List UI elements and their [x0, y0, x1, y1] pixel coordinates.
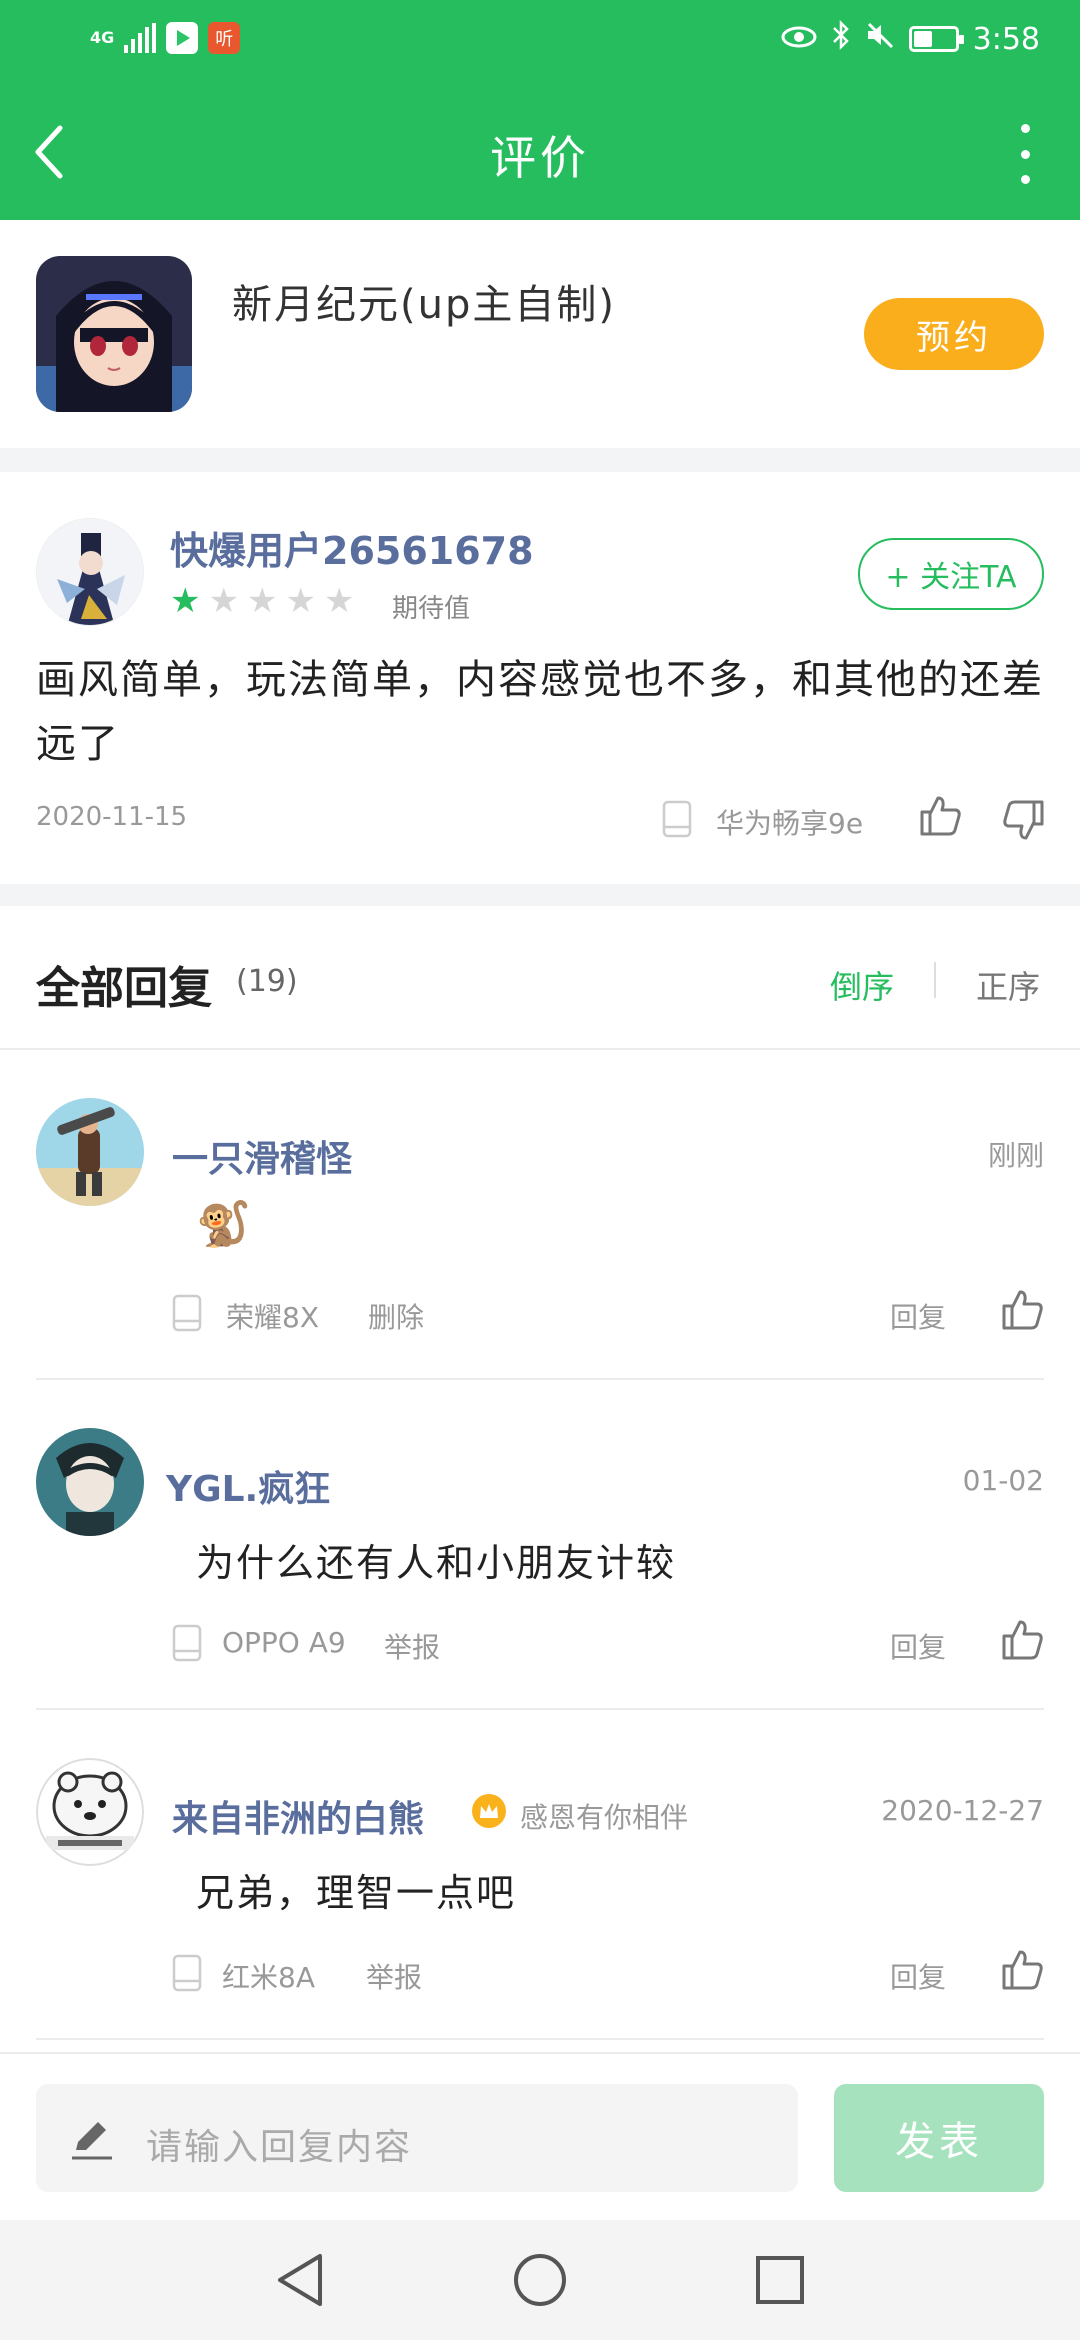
replies-header: 全部回复 (19) 倒序 正序 — [0, 906, 1080, 1050]
reply-button[interactable]: 回复 — [890, 1626, 946, 1666]
star-filled-icon: ★ — [170, 581, 201, 621]
reply-avatar[interactable] — [36, 1758, 144, 1866]
status-right: 3:58 — [781, 19, 1040, 58]
report-button[interactable]: 举报 — [384, 1626, 440, 1666]
pencil-icon — [68, 2114, 116, 2166]
star-empty-icon: ★ — [246, 581, 278, 621]
reply-button[interactable]: 回复 — [890, 1956, 946, 1996]
recent-apps-icon[interactable] — [750, 2250, 810, 2310]
main-review: 快爆用户26561678 ★ ★ ★ ★ ★ 期待值 + 关注TA 画风简单，玩法简单，… — [0, 472, 1080, 884]
reply-divider — [36, 2038, 1044, 2040]
section-divider — [0, 448, 1080, 472]
reply-device: 荣耀8X — [226, 1301, 319, 1334]
reviewer-avatar[interactable] — [36, 518, 144, 626]
reply-time: 01-02 — [962, 1464, 1044, 1497]
reply-name[interactable]: YGL.疯狂 — [166, 1460, 330, 1512]
star-empty-icon: ★ — [208, 581, 239, 621]
listen-app-icon: 听 — [208, 22, 241, 54]
eye-icon — [781, 22, 817, 57]
reply-item: YGL.疯狂 01-02 为什么还有人和小朋友计较 OPPO A9 举报 回复 — [0, 1380, 1080, 1710]
phone-icon — [172, 1624, 202, 1666]
follow-button[interactable]: + 关注TA — [858, 538, 1044, 610]
signal-icon — [124, 23, 157, 53]
reply-time: 刚刚 — [987, 1139, 1044, 1172]
video-app-icon — [166, 22, 199, 54]
more-button[interactable] — [1010, 124, 1040, 184]
battery-icon — [908, 26, 964, 52]
reserve-button[interactable]: 预约 — [864, 298, 1044, 370]
sort-desc-tab[interactable]: 倒序 — [830, 962, 894, 1008]
like-icon[interactable] — [1000, 1618, 1044, 1662]
more-dot — [1020, 149, 1030, 159]
like-icon[interactable] — [1000, 1288, 1044, 1332]
dislike-icon[interactable] — [1002, 798, 1046, 842]
page-title: 评价 — [490, 131, 590, 185]
replies-count: (19) — [236, 964, 298, 999]
publish-button[interactable]: 发表 — [834, 2084, 1044, 2192]
home-circle-icon[interactable] — [510, 2250, 570, 2310]
monkey-emoji: 🐒 — [196, 1199, 253, 1250]
reply-time: 2020-12-27 — [881, 1794, 1044, 1827]
more-dot — [1020, 124, 1030, 133]
crown-badge-icon — [472, 1794, 506, 1828]
status-bar: 4G 听 3:58 — [0, 0, 1080, 84]
phone-icon — [172, 1954, 202, 1996]
mute-icon — [865, 20, 895, 58]
battery-level — [913, 31, 932, 47]
reviewer-name[interactable]: 快爆用户26561678 — [170, 520, 534, 575]
game-title: 新月纪元(up主自制) — [232, 282, 616, 328]
sort-separator — [934, 962, 936, 998]
phone-icon — [172, 1294, 202, 1336]
reply-name[interactable]: 一只滑稽怪 — [172, 1130, 352, 1182]
section-divider — [0, 884, 1080, 906]
report-button[interactable]: 举报 — [366, 1956, 422, 1996]
reply-avatar[interactable] — [36, 1098, 144, 1206]
reply-device: OPPO A9 — [222, 1626, 346, 1659]
status-left: 4G 听 — [90, 22, 241, 54]
reply-item: 来自非洲的白熊 感恩有你相伴 2020-12-27 兄弟，理智一点吧 红米8A … — [0, 1710, 1080, 2040]
game-icon[interactable] — [36, 256, 192, 412]
star-empty-icon: ★ — [285, 581, 316, 621]
reply-name[interactable]: 来自非洲的白熊 — [172, 1790, 424, 1842]
reply-button[interactable]: 回复 — [890, 1296, 946, 1336]
reply-avatar[interactable] — [36, 1428, 144, 1536]
reply-content: 为什么还有人和小朋友计较 — [196, 1541, 677, 1585]
reply-input-placeholder: 请输入回复内容 — [146, 2127, 413, 2168]
game-header: 新月纪元(up主自制) 预约 — [0, 220, 1080, 448]
comment-input-bar: 请输入回复内容 发表 — [0, 2052, 1080, 2220]
delete-button[interactable]: 删除 — [368, 1296, 424, 1336]
bluetooth-icon — [831, 19, 851, 58]
review-device: 华为畅享9e — [716, 807, 864, 840]
badge-text: 感恩有你相伴 — [520, 1801, 689, 1834]
reply-content: 兄弟，理智一点吧 — [196, 1871, 517, 1915]
sort-asc-tab[interactable]: 正序 — [976, 962, 1040, 1008]
more-dot — [1020, 175, 1030, 184]
review-date: 2020-11-15 — [36, 802, 188, 832]
like-icon[interactable] — [918, 794, 962, 838]
nav-bar: 评价 — [0, 84, 1080, 220]
network-type: 4G — [90, 28, 115, 47]
review-content: 画风简单，玩法简单，内容感觉也不多，和其他的还差远了 — [36, 657, 1044, 767]
reply-item: 一只滑稽怪 刚刚 🐒 荣耀8X 删除 回复 — [0, 1050, 1080, 1380]
rating-stars: ★ ★ ★ ★ ★ — [170, 584, 354, 618]
phone-icon — [662, 800, 692, 842]
status-time: 3:58 — [972, 21, 1040, 57]
back-triangle-icon[interactable] — [272, 2250, 332, 2310]
replies-title: 全部回复 — [36, 963, 212, 1014]
system-nav-bar — [0, 2220, 1080, 2340]
rating-label: 期待值 — [392, 594, 471, 624]
like-icon[interactable] — [1000, 1948, 1044, 1992]
reply-device: 红米8A — [222, 1961, 315, 1994]
star-empty-icon: ★ — [323, 581, 355, 621]
reply-input[interactable]: 请输入回复内容 — [36, 2084, 798, 2192]
